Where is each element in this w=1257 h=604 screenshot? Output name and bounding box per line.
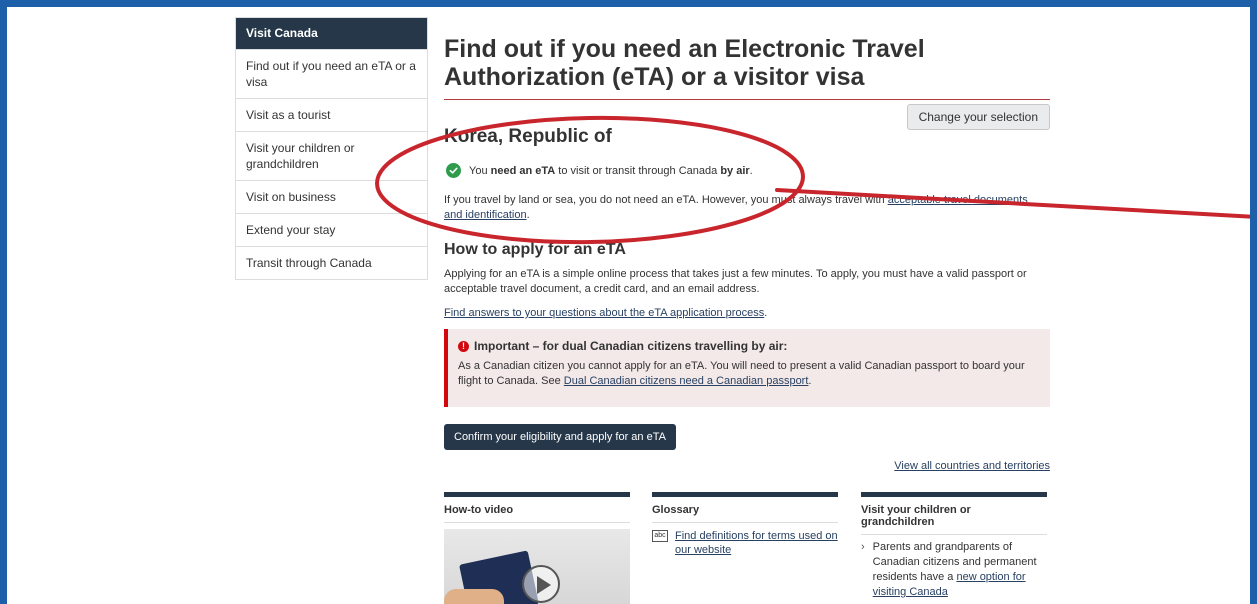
confirm-eligibility-button[interactable]: Confirm your eligibility and apply for a… <box>444 424 676 450</box>
glossary-title: Glossary <box>652 497 838 523</box>
exclamation-icon: ! <box>458 340 469 352</box>
sidebar-item-eta-or-visa[interactable]: Find out if you need an eTA or a visa <box>236 49 427 98</box>
glossary-item: abc Find definitions for terms used on o… <box>652 529 838 557</box>
need-mid: to visit or transit through Canada <box>555 164 721 177</box>
visit-children-column: Visit your children or grandchildren › P… <box>861 492 1047 600</box>
need-pre: You <box>469 164 491 177</box>
sidebar-heading[interactable]: Visit Canada <box>236 18 427 49</box>
country-heading: Korea, Republic of <box>444 126 612 147</box>
main-content: Find out if you need an Electronic Trave… <box>444 17 1050 604</box>
dual-citizens-link[interactable]: Dual Canadian citizens need a Canadian p… <box>564 375 809 387</box>
view-all-countries-link[interactable]: View all countries and territories <box>894 460 1050 472</box>
checkmark-icon <box>446 163 461 178</box>
important-alert: ! Important – for dual Canadian citizens… <box>444 329 1050 407</box>
sidebar-item-business[interactable]: Visit on business <box>236 180 427 213</box>
hand-image <box>444 589 504 604</box>
faq-post: . <box>764 307 768 319</box>
land-sea-paragraph: If you travel by land or sea, you do not… <box>444 193 1044 223</box>
abc-icon: abc <box>652 530 668 542</box>
video-thumbnail[interactable] <box>444 529 630 604</box>
how-to-video-column: How-to video <box>444 492 630 604</box>
visit-children-item: › Parents and grandparents of Canadian c… <box>861 540 1047 600</box>
important-text: As a Canadian citizen you cannot apply f… <box>458 359 1038 389</box>
land-sea-text: If you travel by land or sea, you do not… <box>444 194 888 206</box>
apply-paragraph: Applying for an eTA is a simple online p… <box>444 268 1027 295</box>
sidebar-item-extend-stay[interactable]: Extend your stay <box>236 213 427 246</box>
sidebar-item-tourist[interactable]: Visit as a tourist <box>236 98 427 131</box>
need-post: . <box>749 164 753 177</box>
play-icon[interactable] <box>522 565 560 603</box>
page-title: Find out if you need an Electronic Trave… <box>444 17 1050 100</box>
land-sea-post: . <box>526 209 530 221</box>
sidebar-nav: Visit Canada Find out if you need an eTA… <box>235 17 428 280</box>
eta-requirement-line: You need an eTA to visit or transit thro… <box>444 163 753 178</box>
sidebar-item-children[interactable]: Visit your children or grandchildren <box>236 131 427 180</box>
glossary-column: Glossary abc Find definitions for terms … <box>652 492 838 557</box>
important-post: . <box>808 375 812 387</box>
glossary-link[interactable]: Find definitions for terms used on our w… <box>675 529 838 557</box>
how-to-apply-heading: How to apply for an eTA <box>444 241 626 258</box>
important-title-row: ! Important – for dual Canadian citizens… <box>458 339 1038 353</box>
chevron-right-icon: › <box>861 541 865 553</box>
sidebar-item-transit[interactable]: Transit through Canada <box>236 246 427 279</box>
important-title: Important – for dual Canadian citizens t… <box>474 339 788 353</box>
screenshot-frame: Visit Canada Find out if you need an eTA… <box>0 0 1257 604</box>
faq-line: Find answers to your questions about the… <box>444 307 767 319</box>
faq-link[interactable]: Find answers to your questions about the… <box>444 307 764 319</box>
need-eta-bold: need an eTA <box>490 164 556 177</box>
change-selection-button[interactable]: Change your selection <box>906 104 1050 130</box>
how-to-video-title: How-to video <box>444 497 630 523</box>
visit-children-title: Visit your children or grandchildren <box>861 497 1047 535</box>
by-air-bold: by air <box>720 164 750 177</box>
